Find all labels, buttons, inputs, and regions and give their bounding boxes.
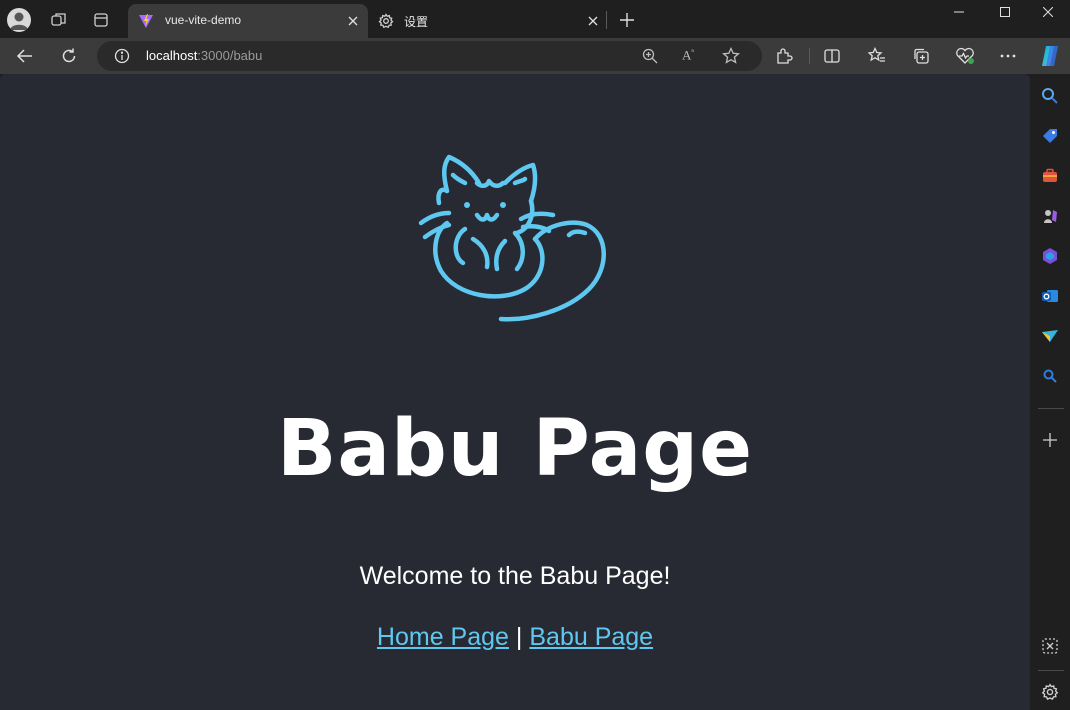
close-tab-icon[interactable] (346, 14, 360, 28)
tools-briefcase-icon[interactable] (1038, 164, 1062, 188)
send-drop-icon[interactable] (1038, 324, 1062, 348)
workspaces-icon[interactable] (45, 6, 73, 34)
shopping-tag-icon[interactable] (1038, 124, 1062, 148)
collections-icon[interactable] (907, 42, 935, 70)
microsoft-365-icon[interactable] (1038, 244, 1062, 268)
screenshot-capture-icon[interactable] (1038, 634, 1062, 658)
back-arrow-icon[interactable] (11, 42, 39, 70)
babu-page-link[interactable]: Babu Page (529, 623, 653, 651)
profile-avatar[interactable] (7, 8, 31, 32)
read-aloud-icon[interactable]: Aⁿ (682, 47, 694, 63)
tab-actions-icon[interactable] (87, 6, 115, 34)
tab-vue-vite-demo[interactable]: vue-vite-demo (128, 4, 368, 38)
copilot-icon[interactable] (1036, 42, 1064, 70)
url-text[interactable]: localhost:3000/babu (146, 48, 262, 63)
tab-title: 设置 (404, 15, 429, 29)
page-nav-links: Home Page | Babu Page (0, 623, 1030, 652)
zoom-icon[interactable] (642, 48, 658, 68)
browser-essentials-icon[interactable] (951, 42, 979, 70)
vite-logo-icon (138, 13, 154, 32)
nav-separator: | (515, 623, 523, 651)
favorites-icon[interactable] (863, 42, 891, 70)
toolbar-divider (809, 48, 810, 64)
more-options-icon[interactable] (994, 42, 1022, 70)
close-window-button[interactable] (1026, 0, 1070, 24)
minimize-button[interactable] (936, 0, 982, 24)
sidebar-divider (1038, 670, 1064, 671)
browser-title-bar: vue-vite-demo 设置 (0, 0, 1070, 38)
cat-logo-icon (417, 153, 613, 327)
tab-title: vue-vite-demo (165, 13, 242, 27)
tab-separator (606, 11, 607, 29)
browser-toolbar: localhost:3000/babu Aⁿ (0, 38, 1070, 74)
maximize-button[interactable] (982, 0, 1028, 24)
gear-icon (378, 13, 394, 32)
extensions-icon[interactable] (770, 42, 798, 70)
page-viewport: Babu Page Welcome to the Babu Page! Home… (0, 74, 1030, 710)
split-screen-icon[interactable] (818, 42, 846, 70)
add-sidebar-app-icon[interactable] (1038, 428, 1062, 452)
bing-search-icon[interactable] (1038, 364, 1062, 388)
sidebar-settings-gear-icon[interactable] (1038, 680, 1062, 704)
sidebar-divider (1038, 408, 1064, 409)
games-icon[interactable] (1038, 204, 1062, 228)
new-tab-button[interactable] (616, 9, 638, 31)
close-tab-icon[interactable] (586, 14, 600, 28)
favorite-star-icon[interactable] (722, 46, 740, 69)
address-bar[interactable]: localhost:3000/babu Aⁿ (97, 41, 762, 71)
search-icon[interactable] (1038, 84, 1062, 108)
site-info-icon[interactable] (114, 48, 130, 68)
edge-sidebar (1030, 74, 1070, 710)
tab-settings[interactable]: 设置 (368, 4, 606, 38)
page-heading: Babu Page (276, 404, 754, 494)
refresh-icon[interactable] (55, 42, 83, 70)
home-page-link[interactable]: Home Page (377, 623, 509, 651)
welcome-message: Welcome to the Babu Page! (359, 562, 671, 590)
outlook-icon[interactable] (1038, 284, 1062, 308)
